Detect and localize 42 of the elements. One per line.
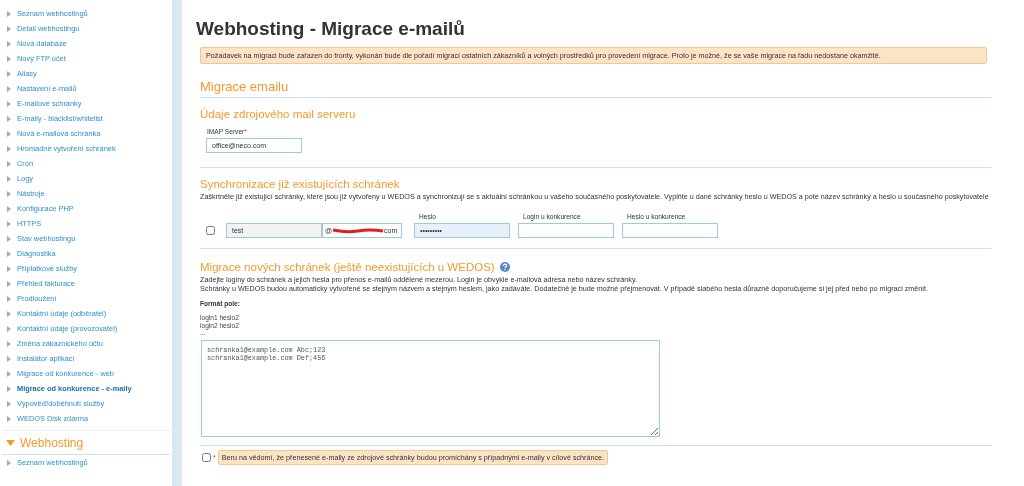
bullet-icon	[7, 415, 11, 422]
help-icon[interactable]	[499, 262, 510, 272]
bullet-icon	[7, 459, 11, 466]
bullet-icon	[7, 265, 11, 272]
bullet-icon	[7, 220, 11, 227]
bullet-icon	[7, 190, 11, 197]
page-title: Webhosting - Migrace e-mailů	[196, 18, 466, 40]
bullet-icon	[7, 235, 11, 242]
subsection-title: Migrace nových schránek (ještě neexistujících u WEDOS)	[200, 261, 495, 273]
redaction-mark-icon	[332, 227, 385, 234]
consent-checkbox[interactable]	[202, 452, 211, 462]
section-header[interactable]: Webhosting	[2, 430, 170, 455]
bullet-icon	[7, 25, 11, 32]
password-input[interactable]	[622, 223, 718, 238]
bullet-icon	[7, 280, 11, 287]
bullet-icon	[7, 385, 11, 392]
login-input[interactable]	[518, 223, 614, 238]
bullet-icon	[7, 370, 11, 377]
bullet-icon	[7, 40, 11, 47]
bullet-icon	[7, 295, 11, 302]
section-title: Migrace emailu	[200, 79, 290, 94]
bullet-icon	[7, 70, 11, 77]
caret-icon	[6, 440, 15, 446]
bullet-icon	[7, 325, 11, 332]
bullet-icon	[7, 355, 11, 362]
bullet-icon	[7, 400, 11, 407]
bullet-icon	[7, 100, 11, 107]
bullet-icon	[7, 130, 11, 137]
bullet-icon	[7, 250, 11, 257]
subsection-title: Údaje zdrojového mail serveru	[200, 108, 357, 120]
bullet-icon	[7, 10, 11, 17]
bullet-icon	[7, 205, 11, 212]
bullet-icon	[7, 160, 11, 167]
bullet-icon	[7, 115, 11, 122]
row-checkbox[interactable]	[206, 226, 215, 235]
bullet-icon	[7, 340, 11, 347]
bullet-icon	[7, 175, 11, 182]
bullet-icon	[7, 145, 11, 152]
bullet-icon	[7, 55, 11, 62]
bullet-icon	[7, 85, 11, 92]
subsection-title: Synchronizace již existujících schránek	[200, 178, 401, 190]
bullet-icon	[7, 310, 11, 317]
